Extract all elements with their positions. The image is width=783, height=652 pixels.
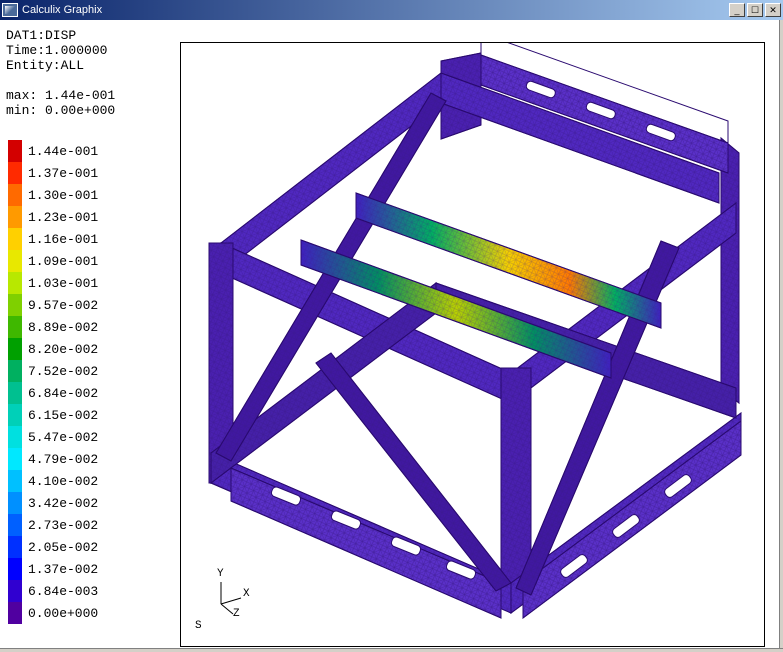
app-icon [2,3,18,17]
legend-value-label: 8.89e-002 [28,320,98,335]
legend-value-label: 1.37e-001 [28,166,98,181]
close-button[interactable]: ✕ [765,3,781,17]
legend-swatch [8,250,22,272]
legend-swatch [8,228,22,250]
legend-swatch [8,514,22,536]
color-legend: 1.44e-001 1.37e-001 1.30e-001 1.23e-001 1.16… [8,140,98,624]
client-area: DAT1:DISP Time:1.000000 Entity:ALL max: … [0,20,783,652]
legend-swatch [8,382,22,404]
legend-swatch [8,272,22,294]
axis-y-label: Y [217,568,224,580]
dataset-label: DAT1:DISP [6,28,76,43]
legend-swatch [8,492,22,514]
legend-value-label: 3.42e-002 [28,496,98,511]
legend-value-label: 4.79e-002 [28,452,98,467]
legend-swatch [8,470,22,492]
legend-swatch [8,360,22,382]
legend-swatch [8,426,22,448]
legend-row: 1.30e-001 [8,184,98,206]
legend-row: 4.79e-002 [8,448,98,470]
legend-swatch [8,316,22,338]
legend-row: 0.00e+000 [8,602,98,624]
window-button-group: _ ☐ ✕ [729,3,781,17]
legend-row: 4.10e-002 [8,470,98,492]
legend-row: 7.52e-002 [8,360,98,382]
result-info: DAT1:DISP Time:1.000000 Entity:ALL max: … [6,28,115,118]
legend-row: 8.20e-002 [8,338,98,360]
legend-row: 2.05e-002 [8,536,98,558]
legend-swatch [8,536,22,558]
window-title: Calculix Graphix [22,4,729,16]
legend-value-label: 1.30e-001 [28,188,98,203]
legend-row: 1.09e-001 [8,250,98,272]
legend-row: 1.37e-002 [8,558,98,580]
legend-row: 6.84e-003 [8,580,98,602]
legend-row: 1.03e-001 [8,272,98,294]
legend-value-label: 7.52e-002 [28,364,98,379]
time-label: Time:1.000000 [6,43,107,58]
legend-swatch [8,206,22,228]
max-label: max: 1.44e-001 [6,88,115,103]
minimize-button[interactable]: _ [729,3,745,17]
legend-row: 1.37e-001 [8,162,98,184]
entity-label: Entity:ALL [6,58,84,73]
legend-row: 1.44e-001 [8,140,98,162]
orientation-s-label: S [195,620,202,632]
axis-z-label: Z [233,608,240,620]
window-border-bottom [0,648,783,652]
legend-value-label: 1.37e-002 [28,562,98,577]
legend-row: 6.84e-002 [8,382,98,404]
legend-row: 1.16e-001 [8,228,98,250]
maximize-button[interactable]: ☐ [747,3,763,17]
window-titlebar: Calculix Graphix _ ☐ ✕ [0,0,783,20]
legend-row: 9.57e-002 [8,294,98,316]
legend-swatch [8,140,22,162]
legend-row: 5.47e-002 [8,426,98,448]
legend-value-label: 1.23e-001 [28,210,98,225]
legend-row: 1.23e-001 [8,206,98,228]
legend-value-label: 9.57e-002 [28,298,98,313]
legend-value-label: 5.47e-002 [28,430,98,445]
legend-swatch [8,162,22,184]
legend-row: 8.89e-002 [8,316,98,338]
legend-value-label: 1.16e-001 [28,232,98,247]
legend-value-label: 4.10e-002 [28,474,98,489]
legend-swatch [8,404,22,426]
legend-value-label: 6.15e-002 [28,408,98,423]
legend-swatch [8,558,22,580]
axis-x-label: X [243,588,250,600]
legend-value-label: 2.73e-002 [28,518,98,533]
legend-swatch [8,184,22,206]
min-label: min: 0.00e+000 [6,103,115,118]
legend-value-label: 1.44e-001 [28,144,98,159]
legend-value-label: 1.03e-001 [28,276,98,291]
legend-value-label: 1.09e-001 [28,254,98,269]
legend-value-label: 0.00e+000 [28,606,98,621]
legend-value-label: 6.84e-003 [28,584,98,599]
legend-row: 6.15e-002 [8,404,98,426]
legend-row: 2.73e-002 [8,514,98,536]
legend-swatch [8,602,22,624]
legend-swatch [8,580,22,602]
window-border-right [779,20,783,652]
legend-swatch [8,338,22,360]
legend-value-label: 6.84e-002 [28,386,98,401]
legend-value-label: 8.20e-002 [28,342,98,357]
legend-row: 3.42e-002 [8,492,98,514]
legend-value-label: 2.05e-002 [28,540,98,555]
fea-model-render [181,43,764,646]
legend-swatch [8,294,22,316]
model-viewport[interactable] [180,42,765,647]
legend-swatch [8,448,22,470]
